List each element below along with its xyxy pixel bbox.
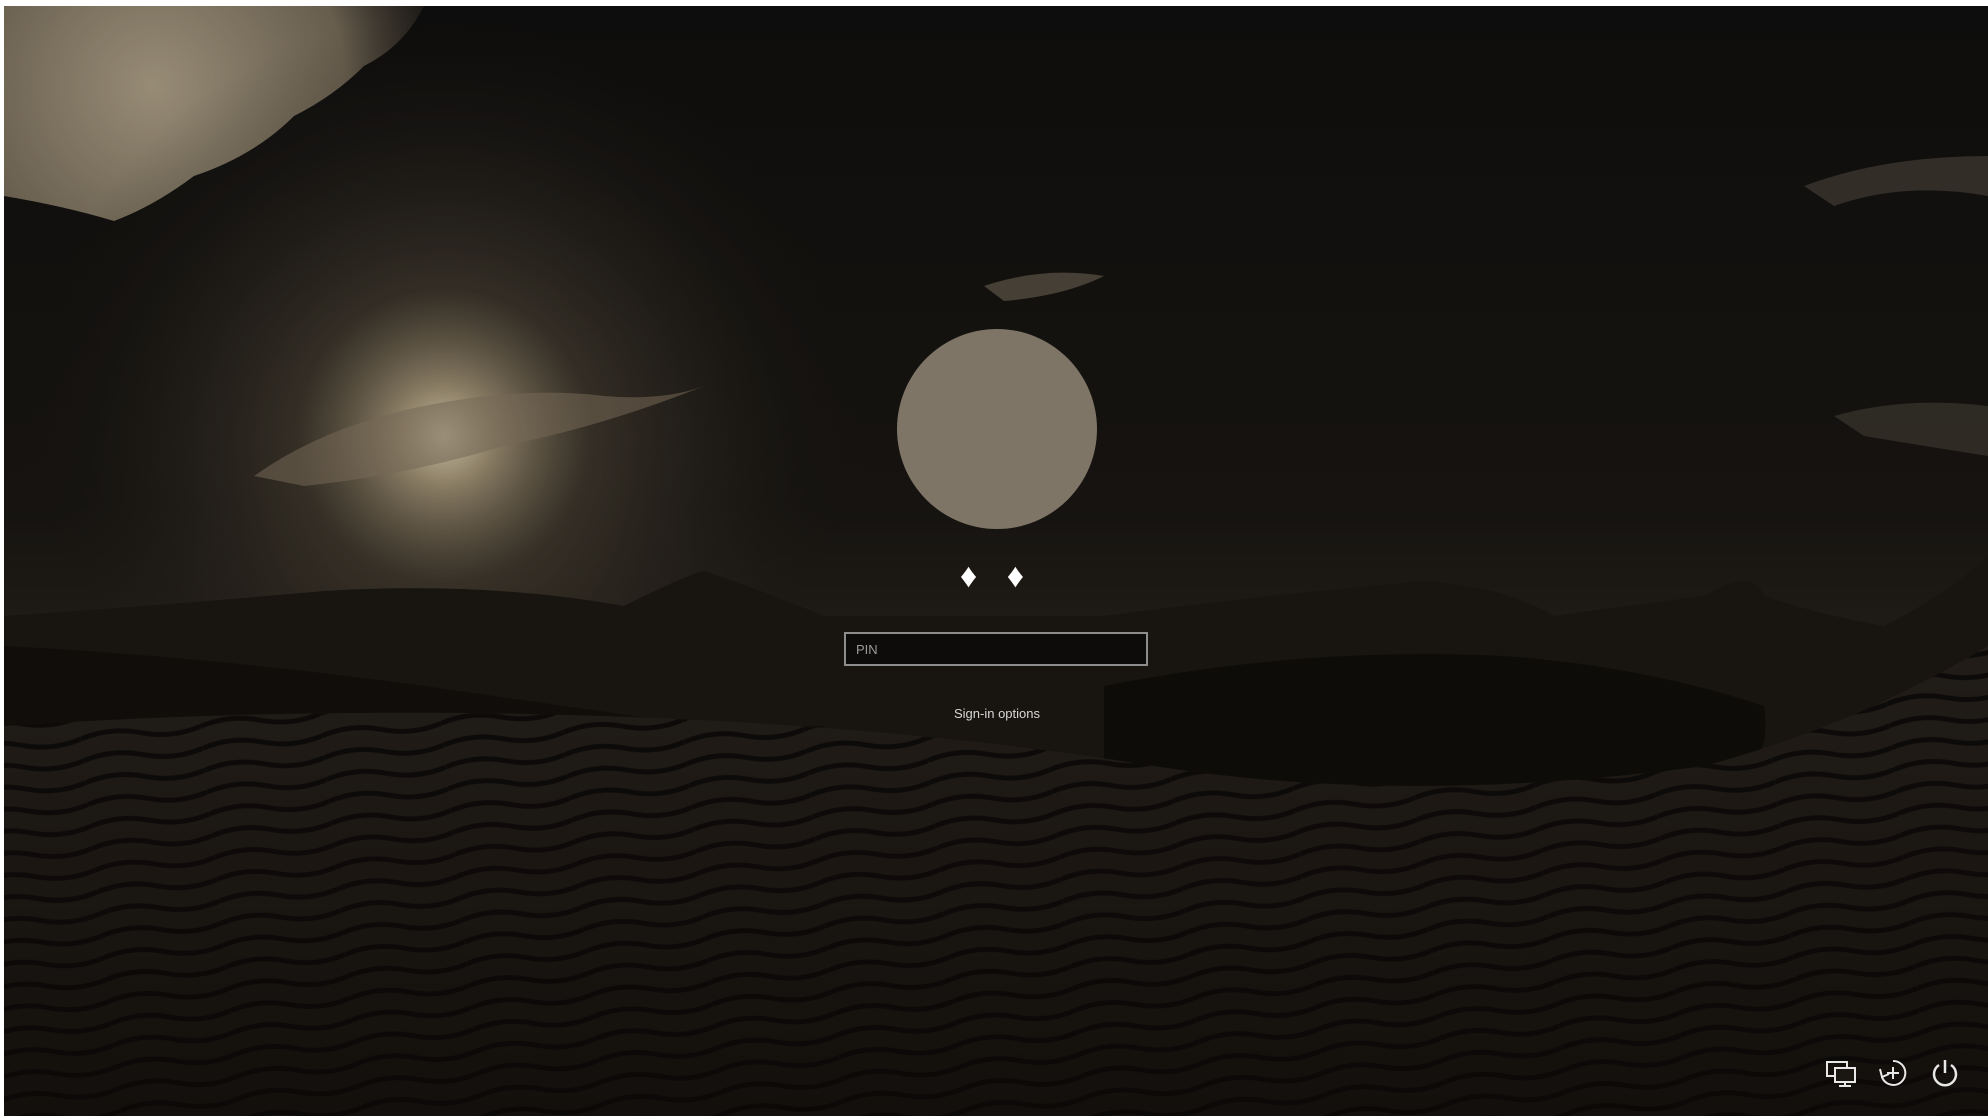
user-name: ♦ ♦: [959, 557, 1035, 595]
sign-in-options-link[interactable]: Sign-in options: [897, 706, 1097, 721]
user-avatar: [897, 329, 1097, 529]
pin-input[interactable]: [844, 632, 1148, 666]
accessibility-icon[interactable]: [1874, 1054, 1912, 1092]
network-icon[interactable]: [1822, 1054, 1860, 1092]
lock-screen: ♦ ♦ Sign-in options: [4, 6, 1988, 1116]
lock-screen-corner-controls: [1822, 1054, 1964, 1092]
power-icon[interactable]: [1926, 1054, 1964, 1092]
